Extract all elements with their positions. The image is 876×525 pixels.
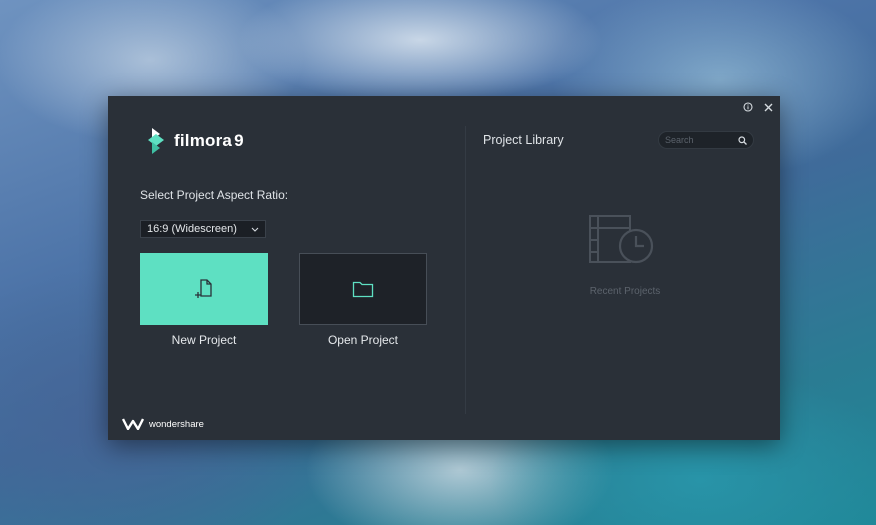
info-icon [743, 102, 753, 112]
new-file-icon [195, 279, 212, 298]
panel-divider [465, 126, 466, 414]
wondershare-logo-icon [122, 418, 144, 430]
info-button[interactable] [741, 100, 755, 114]
open-project-button[interactable] [299, 253, 427, 325]
filmora-logo-icon [148, 128, 164, 154]
open-project-label[interactable]: Open Project [299, 333, 427, 347]
close-button[interactable] [761, 100, 775, 114]
new-project-button[interactable] [140, 253, 268, 325]
project-launcher-dialog: filmora 9 Select Project Aspect Ratio: 16… [108, 96, 780, 440]
recent-projects-text: Recent Projects [589, 286, 661, 297]
filmora-logo: filmora 9 [146, 128, 244, 154]
aspect-ratio-select[interactable]: 16:9 (Widescreen) [140, 220, 266, 238]
close-icon [764, 103, 772, 111]
folder-icon [352, 281, 374, 298]
new-project-label[interactable]: New Project [140, 333, 268, 347]
recent-projects-icon [589, 215, 654, 264]
wondershare-logo: wondershare [122, 418, 204, 430]
aspect-ratio-label: Select Project Aspect Ratio: [140, 188, 289, 202]
brand-name: wondershare [149, 418, 204, 430]
app-name: filmora [174, 131, 233, 150]
search-icon[interactable] [738, 135, 747, 145]
aspect-ratio-value: 16:9 (Widescreen) [147, 223, 237, 235]
project-library-title: Project Library [483, 133, 564, 147]
app-version: 9 [234, 131, 244, 150]
chevron-down-icon [251, 227, 259, 232]
search-input[interactable] [665, 135, 738, 145]
library-search[interactable] [658, 131, 754, 149]
